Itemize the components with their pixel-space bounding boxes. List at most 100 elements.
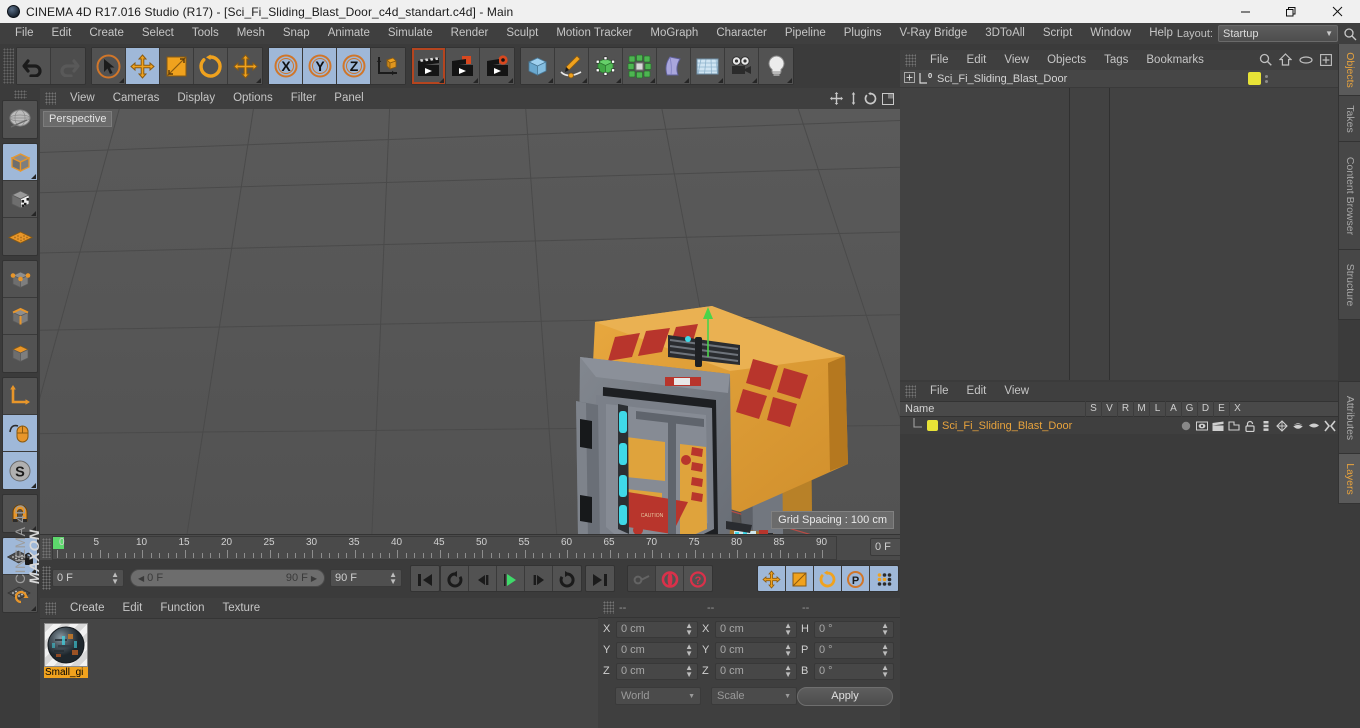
spinner-icon[interactable]: ▲▼: [685, 664, 693, 679]
end-frame-field[interactable]: 90 F ▲ ▼: [330, 569, 402, 587]
menu-item-3dtoall[interactable]: 3DToAll: [976, 23, 1034, 44]
search-icon[interactable]: [1259, 53, 1272, 69]
object-menu-view[interactable]: View: [995, 50, 1038, 71]
deformer-button[interactable]: [657, 48, 691, 84]
spinner-icon[interactable]: ▲▼: [784, 664, 792, 679]
array-button[interactable]: [623, 48, 657, 84]
xref-icon[interactable]: [1322, 417, 1338, 434]
x-axis-lock[interactable]: X: [269, 48, 303, 84]
solo-dot-icon[interactable]: [1178, 417, 1194, 434]
render-view-button[interactable]: [412, 48, 446, 84]
menu-item-render[interactable]: Render: [442, 23, 498, 44]
autokey-button[interactable]: [628, 566, 656, 591]
object-tag-swatch[interactable]: [1248, 72, 1261, 85]
coord-rot-p-field[interactable]: 0 ° ▲ ▼: [814, 641, 894, 659]
coord-size-y-field[interactable]: 0 cm ▲ ▼: [715, 641, 797, 659]
menu-item-window[interactable]: Window: [1081, 23, 1140, 44]
range-slider[interactable]: ◀ 0 F 90 F ▶: [130, 569, 325, 587]
right-tab-attributes[interactable]: Attributes: [1338, 382, 1360, 454]
spinner-icon[interactable]: ▲▼: [784, 622, 792, 637]
menu-item-simulate[interactable]: Simulate: [379, 23, 442, 44]
render-clapper-icon[interactable]: [1210, 417, 1226, 434]
menu-item-character[interactable]: Character: [707, 23, 776, 44]
animation-icon[interactable]: [1258, 417, 1274, 434]
layer-column-g[interactable]: G: [1181, 401, 1197, 417]
render-settings-button[interactable]: [480, 48, 514, 84]
minimize-button[interactable]: [1222, 0, 1268, 23]
menu-item-snap[interactable]: Snap: [274, 23, 319, 44]
viewport-header-grip[interactable]: [45, 92, 56, 105]
layer-color-swatch[interactable]: [927, 420, 938, 431]
add-cube-button[interactable]: [521, 48, 555, 84]
range-right-arrow-icon[interactable]: ▶: [311, 574, 317, 583]
eye-icon[interactable]: [1299, 55, 1313, 68]
step-forward-button[interactable]: [525, 566, 553, 591]
spinner-icon[interactable]: ▲▼: [881, 643, 889, 658]
environment-button[interactable]: [691, 48, 725, 84]
layer-column-m[interactable]: M: [1133, 401, 1149, 417]
coord-rot-h-field[interactable]: 0 ° ▲ ▼: [814, 620, 894, 638]
keyframe-help-button[interactable]: ?: [684, 566, 712, 591]
y-axis-lock[interactable]: Y: [303, 48, 337, 84]
material-menu-edit[interactable]: Edit: [114, 598, 152, 619]
menu-item-mesh[interactable]: Mesh: [228, 23, 274, 44]
menu-item-edit[interactable]: Edit: [43, 23, 81, 44]
texture-axis-button[interactable]: [3, 101, 37, 138]
move-tool[interactable]: [126, 48, 160, 84]
scale-mode-dropdown[interactable]: Scale ▼: [711, 687, 797, 705]
material-menu-create[interactable]: Create: [61, 598, 114, 619]
enable-axis-button[interactable]: [3, 415, 37, 452]
camera-button[interactable]: [725, 48, 759, 84]
play-backwards-button[interactable]: [441, 566, 469, 591]
menu-item-plugins[interactable]: Plugins: [835, 23, 891, 44]
visible-eye-icon[interactable]: [1194, 417, 1210, 434]
spinner-icon[interactable]: ▲▼: [389, 571, 397, 586]
material-manager-body[interactable]: Small_gi: [40, 618, 598, 728]
rotate-tool[interactable]: [194, 48, 228, 84]
object-manager-body[interactable]: 0 Sci_Fi_Sliding_Blast_Door: [900, 70, 1338, 380]
spinner-icon[interactable]: ▲▼: [881, 664, 889, 679]
viewport-menu-cameras[interactable]: Cameras: [104, 88, 169, 109]
right-tab-structure[interactable]: Structure: [1338, 250, 1360, 320]
viewport-menu-view[interactable]: View: [61, 88, 104, 109]
menu-item-file[interactable]: File: [6, 23, 43, 44]
layer-column-v[interactable]: V: [1101, 401, 1117, 417]
left-toolbar-grip[interactable]: [13, 90, 27, 99]
viewport-menu-display[interactable]: Display: [168, 88, 224, 109]
object-axis-button[interactable]: [3, 378, 37, 415]
coord-pos-y-field[interactable]: 0 cm ▲ ▼: [616, 641, 698, 659]
object-menu-file[interactable]: File: [921, 50, 958, 71]
record-button[interactable]: [656, 566, 684, 591]
light-button[interactable]: [759, 48, 793, 84]
expression-icon[interactable]: [1306, 417, 1322, 434]
coordinate-system-dropdown[interactable]: World ▼: [615, 687, 701, 705]
menu-item-create[interactable]: Create: [80, 23, 133, 44]
menu-item-select[interactable]: Select: [133, 23, 183, 44]
generator-icon[interactable]: [1274, 417, 1290, 434]
go-to-start-button[interactable]: [411, 566, 439, 591]
new-layer-icon[interactable]: [1320, 53, 1332, 69]
coord-rot-b-field[interactable]: 0 ° ▲ ▼: [814, 662, 894, 680]
deformer-icon[interactable]: [1290, 417, 1306, 434]
start-frame-field[interactable]: 0 F ▲ ▼: [52, 569, 124, 587]
layer-menu-edit[interactable]: Edit: [958, 381, 996, 402]
right-tab-takes[interactable]: Takes: [1338, 96, 1360, 142]
layer-column-x[interactable]: X: [1229, 401, 1245, 417]
object-manager-grip[interactable]: [905, 53, 916, 67]
search-icon[interactable]: [1343, 27, 1357, 41]
spinner-icon[interactable]: ▲▼: [881, 622, 889, 637]
spinner-icon[interactable]: ▲▼: [784, 643, 792, 658]
material-swatch[interactable]: Small_gi: [44, 623, 88, 681]
viewport-menu-options[interactable]: Options: [224, 88, 282, 109]
layer-column-d[interactable]: D: [1197, 401, 1213, 417]
spinner-icon[interactable]: ▲▼: [685, 622, 693, 637]
timeline-ruler[interactable]: 0 5 10 15 20 25 30 35 40 45 50 55 60 65 70 75 80 85 90: [52, 536, 837, 560]
material-menu-function[interactable]: Function: [151, 598, 213, 619]
z-axis-lock[interactable]: Z: [337, 48, 371, 84]
menu-item-help[interactable]: Help: [1140, 23, 1182, 44]
dolly-icon[interactable]: [848, 92, 859, 108]
coordinates-grip[interactable]: [603, 601, 614, 614]
timeline-grip[interactable]: [42, 538, 51, 558]
loop-button[interactable]: [553, 566, 581, 591]
layer-manager-grip[interactable]: [905, 385, 916, 398]
